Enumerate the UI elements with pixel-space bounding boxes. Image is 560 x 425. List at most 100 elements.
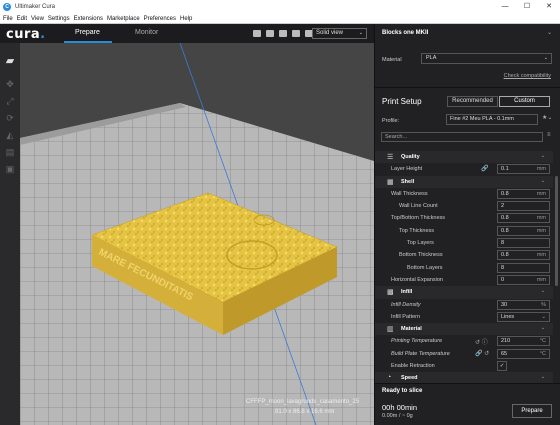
left-toolbar: ▰ ✥ ⤢ ⟳ ◭ ▤ ▣	[0, 43, 20, 425]
window-controls: — ☐ ✕	[494, 0, 560, 14]
setting-value-input[interactable]: 30%	[497, 299, 550, 310]
setting-top-bottom-thickness[interactable]: Top/Bottom Thickness 0.8 mm	[375, 212, 553, 224]
mirror-icon[interactable]: ◭	[2, 128, 18, 142]
setting-value-input[interactable]: 2	[497, 201, 550, 212]
setting-value-input[interactable]: 8	[497, 238, 550, 249]
setting-horizontal-expansion[interactable]: Horizontal Expansion 0 mm	[375, 274, 553, 286]
setting-label: Top/Bottom Thickness	[391, 215, 446, 222]
per-model-settings-icon[interactable]: ▤	[2, 145, 18, 159]
menu-settings[interactable]: Settings	[48, 16, 70, 22]
category-material[interactable]: ▥ Material ⌄	[375, 323, 553, 336]
setting-state-icons[interactable]: 🔗	[481, 165, 488, 172]
quality-icon: ☰	[387, 154, 394, 161]
setting-value: 30	[501, 301, 508, 308]
category-infill[interactable]: ▩ Infill ⌄	[375, 286, 553, 299]
menu-extensions[interactable]: Extensions	[74, 16, 103, 22]
setting-build-plate-temperature[interactable]: Build Plate Temperature 🔗 ↺ 65 °C	[375, 348, 553, 360]
menu-icon[interactable]: ≡	[547, 132, 551, 138]
support-blocker-icon[interactable]: ▣	[2, 162, 18, 176]
setting-value-input[interactable]: 0.8 mm	[497, 250, 550, 261]
rotate-icon[interactable]: ⟳	[2, 111, 18, 125]
close-button[interactable]: ✕	[538, 0, 560, 14]
material-icon: ▥	[387, 326, 394, 334]
window-title: Ultimaker Cura	[15, 4, 56, 10]
view-left-icon[interactable]	[292, 30, 300, 37]
menu-file[interactable]: File	[3, 16, 13, 22]
chevron-down-icon: ⌄	[543, 55, 548, 61]
setting-label: Horizontal Expansion	[391, 276, 443, 283]
recommended-mode-button[interactable]: Recommended	[447, 96, 498, 107]
maximize-button[interactable]: ☐	[516, 0, 538, 14]
category-speed[interactable]: ◔ Speed ⌄	[375, 372, 553, 383]
menu-view[interactable]: View	[31, 16, 44, 22]
shell-icon: ▦	[387, 178, 394, 186]
open-file-icon[interactable]: ▰	[2, 53, 18, 67]
cura-app-icon: C	[3, 3, 11, 11]
printer-selector[interactable]: Blocks one MKII	[382, 30, 428, 36]
view-3d-icon[interactable]	[253, 30, 261, 37]
setting-wall-line-count[interactable]: Wall Line Count 2	[375, 200, 553, 212]
menu-help[interactable]: Help	[180, 16, 192, 22]
view-top-icon[interactable]	[279, 30, 287, 37]
setting-label: Build Plate Temperature	[391, 350, 450, 357]
setting-wall-thickness[interactable]: Wall Thickness 0.8 mm	[375, 188, 553, 200]
setting-value-input[interactable]: 0.8 mm	[497, 225, 550, 236]
view-orientation-buttons	[253, 30, 318, 37]
setting-value-input[interactable]: 0.1 mm	[497, 164, 550, 175]
setting-value-input[interactable]: 0.8 mm	[497, 213, 550, 224]
model-dimensions-label: 81.0 x 86.8 x 16.6 mm	[275, 409, 335, 415]
setting-value-input[interactable]: 65 °C	[497, 348, 550, 359]
3d-viewport[interactable]: MARE FECUNDITATIS CFFFP_moon_lavagrunds_…	[20, 43, 374, 425]
material-select[interactable]: PLA ⌄	[421, 53, 552, 64]
setting-layer-height[interactable]: Layer Height 🔗 0.1 mm	[375, 163, 553, 175]
tab-prepare[interactable]: Prepare	[75, 29, 100, 36]
setting-value-input[interactable]: Lines ⌄	[497, 311, 550, 322]
category-label: Material	[401, 326, 422, 333]
settings-scrollbar[interactable]	[555, 176, 558, 286]
view-front-icon[interactable]	[266, 30, 274, 37]
category-shell[interactable]: ▦ Shell ⌄	[375, 175, 553, 188]
setting-value-input[interactable]: 0.8 mm	[497, 188, 550, 199]
view-mode-select[interactable]: Solid view ⌄	[312, 28, 367, 39]
menu-edit[interactable]: Edit	[17, 16, 27, 22]
setting-state-icons[interactable]: 🔗 ↺	[475, 350, 489, 357]
profile-select[interactable]: Fine #2 Meu PLA - 0.1mm	[446, 114, 538, 125]
print-settings-panel: Blocks one MKII ⌄ Material PLA ⌄ Check co…	[374, 24, 560, 425]
setting-label: Layer Height	[391, 166, 423, 173]
menu-marketplace[interactable]: Marketplace	[107, 16, 140, 22]
setting-infill-pattern[interactable]: Infill Pattern Lines ⌄	[375, 311, 553, 323]
setting-unit: mm	[536, 227, 546, 234]
category-quality[interactable]: ☰ Quality ⌄	[375, 151, 553, 164]
custom-mode-button[interactable]: Custom	[499, 96, 550, 107]
setting-bottom-layers[interactable]: Bottom Layers 8	[375, 262, 553, 274]
move-icon[interactable]: ✥	[2, 77, 18, 91]
setting-infill-density[interactable]: Infill Density 30%	[375, 299, 553, 311]
setting-top-thickness[interactable]: Top Thickness 0.8 mm	[375, 225, 553, 237]
setting-value-input[interactable]: 8	[497, 262, 550, 273]
tab-monitor[interactable]: Monitor	[135, 29, 158, 36]
profile-label: Profile:	[382, 118, 400, 124]
setting-bottom-thickness[interactable]: Bottom Thickness 0.8 mm	[375, 249, 553, 261]
setting-top-layers[interactable]: Top Layers 8	[375, 237, 553, 249]
setting-value: 0.1	[501, 166, 509, 173]
setting-printing-temperature[interactable]: Printing Temperature ↺ ⓘ 210 °C	[375, 335, 553, 347]
setting-enable-retraction[interactable]: Enable Retraction ✓	[375, 360, 553, 372]
print-time-label: 00h 00min	[382, 403, 418, 412]
setting-value-input[interactable]: 210 °C	[497, 336, 550, 347]
settings-search-input[interactable]: Search...	[381, 132, 543, 142]
setting-checkbox[interactable]: ✓	[497, 361, 507, 372]
prepare-button[interactable]: Prepare	[512, 404, 552, 418]
chevron-down-icon[interactable]: ⌄	[547, 29, 552, 36]
setting-label: Enable Retraction	[391, 363, 435, 370]
minimize-button[interactable]: —	[494, 0, 516, 14]
star-icon[interactable]: ★⌄	[542, 114, 552, 121]
menu-preferences[interactable]: Preferences	[144, 16, 176, 22]
setting-state-icons[interactable]: ↺ ⓘ	[475, 337, 488, 346]
category-label: Infill	[401, 289, 413, 296]
cura-logo: cura.	[6, 27, 46, 42]
setting-value-input[interactable]: 0 mm	[497, 274, 550, 285]
scale-icon[interactable]: ⤢	[2, 94, 18, 108]
check-compatibility-link[interactable]: Check compatibility	[504, 73, 551, 79]
setting-label: Bottom Layers	[407, 264, 443, 271]
chevron-down-icon: ⌄	[540, 288, 545, 295]
